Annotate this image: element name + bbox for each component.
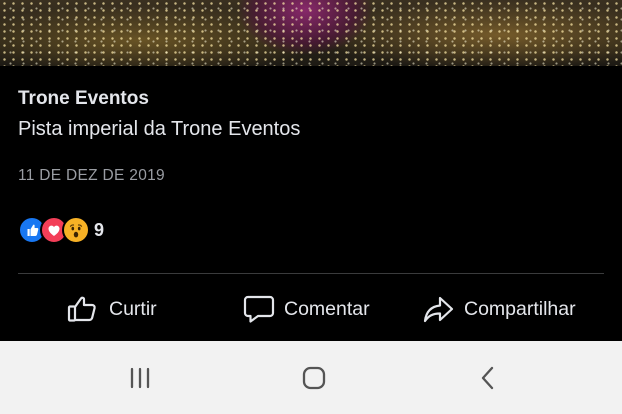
back-button[interactable] [471, 363, 505, 393]
comment-button[interactable]: Comentar [243, 284, 370, 334]
post-author-name[interactable]: Trone Eventos [18, 88, 149, 110]
thumbs-up-icon [67, 296, 96, 322]
reaction-summary[interactable]: 9 [18, 216, 105, 244]
comment-icon [243, 295, 275, 323]
android-navigation-bar [0, 341, 622, 414]
recent-apps-button[interactable] [123, 363, 157, 393]
reaction-count: 9 [94, 219, 105, 240]
home-icon [302, 366, 326, 390]
photo-lights-secondary [0, 0, 622, 66]
post-action-bar: Curtir Comentar Compartilhar [0, 284, 622, 334]
share-arrow-icon [423, 296, 454, 323]
back-icon [481, 366, 494, 390]
post-date[interactable]: 11 DE DEZ DE 2019 [18, 167, 165, 185]
wow-icon [62, 216, 90, 244]
recent-apps-icon [130, 367, 150, 389]
post-caption: Pista imperial da Trone Eventos [18, 118, 301, 140]
share-button-label: Compartilhar [464, 297, 576, 320]
home-button[interactable] [297, 363, 331, 393]
share-button[interactable]: Compartilhar [423, 284, 576, 334]
like-button-label: Curtir [109, 297, 157, 320]
post-photo[interactable] [0, 0, 622, 66]
like-button[interactable]: Curtir [67, 284, 157, 334]
comment-button-label: Comentar [284, 297, 370, 320]
actions-divider [18, 273, 604, 274]
